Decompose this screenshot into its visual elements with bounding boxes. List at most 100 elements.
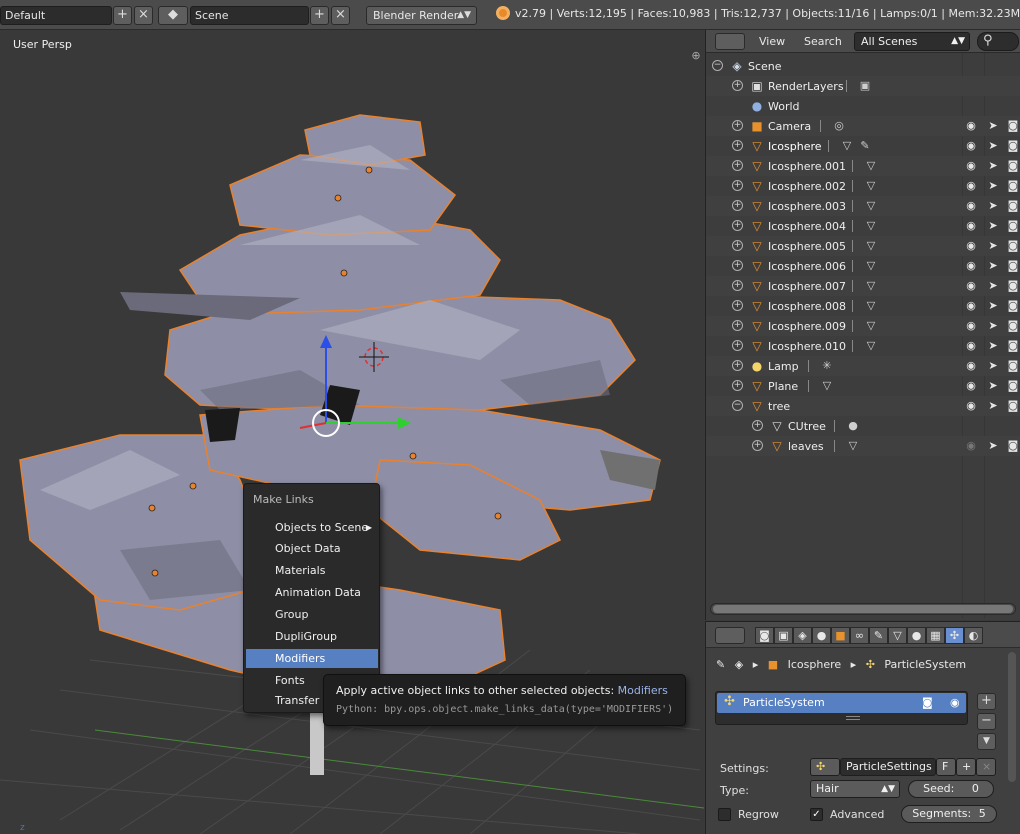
- regrow-checkbox[interactable]: [718, 808, 731, 821]
- expand-icon[interactable]: +: [732, 200, 743, 211]
- mesh-data-icon[interactable]: ▽: [864, 239, 878, 253]
- selectable-cursor-icon[interactable]: ➤: [986, 199, 1000, 213]
- material-icon[interactable]: ●: [846, 419, 860, 433]
- outliner-row-icosphere-002[interactable]: + ▽ Icosphere.002 ▽ ◉ ➤ ◙: [706, 176, 1020, 196]
- mesh-data-icon[interactable]: ▽: [864, 159, 878, 173]
- outliner-row-icosphere[interactable]: + ▽ Icosphere ▽ ✎ ◉ ➤ ◙: [706, 136, 1020, 156]
- type-dropdown[interactable]: Hair ▲▼: [810, 780, 900, 798]
- expand-icon[interactable]: +: [732, 80, 743, 91]
- expand-icon[interactable]: +: [732, 140, 743, 151]
- renderable-camera-icon[interactable]: ◙: [1006, 219, 1020, 233]
- selectable-cursor-icon[interactable]: ➤: [986, 119, 1000, 133]
- renderable-camera-icon[interactable]: ◙: [1006, 199, 1020, 213]
- list-menu-button[interactable]: ▼: [977, 733, 996, 750]
- visibility-eye-icon[interactable]: ◉: [964, 439, 978, 453]
- visibility-eye-icon[interactable]: ◉: [964, 219, 978, 233]
- selectable-cursor-icon[interactable]: ➤: [986, 139, 1000, 153]
- menu-item-dupligroup[interactable]: DupliGroup: [246, 627, 378, 646]
- particle-system-item[interactable]: ✣ ParticleSystem ◙ ◉: [717, 693, 966, 713]
- mesh-data-icon[interactable]: ▽: [840, 139, 854, 153]
- tab-physics[interactable]: ◐: [964, 627, 983, 644]
- tab-render[interactable]: ◙: [755, 627, 774, 644]
- selectable-cursor-icon[interactable]: ➤: [986, 219, 1000, 233]
- tab-constraints[interactable]: ∞: [850, 627, 869, 644]
- expand-icon[interactable]: +: [732, 160, 743, 171]
- outliner-row-icosphere-010[interactable]: + ▽ Icosphere.010 ▽ ◉ ➤ ◙: [706, 336, 1020, 356]
- expand-icon[interactable]: +: [752, 440, 763, 451]
- outliner-row-icosphere-007[interactable]: + ▽ Icosphere.007 ▽ ◉ ➤ ◙: [706, 276, 1020, 296]
- renderable-camera-icon[interactable]: ◙: [1006, 159, 1020, 173]
- display-mode-dropdown[interactable]: All Scenes ▲▼: [854, 32, 970, 51]
- segments-field[interactable]: Segments: 5: [901, 805, 997, 823]
- expand-icon[interactable]: +: [732, 380, 743, 391]
- wrench-icon[interactable]: ✎: [858, 139, 872, 153]
- outliner-search-input[interactable]: ⚲: [977, 32, 1019, 51]
- tab-particles[interactable]: ✣: [945, 627, 964, 644]
- expand-icon[interactable]: +: [732, 280, 743, 291]
- selectable-cursor-icon[interactable]: ➤: [986, 159, 1000, 173]
- renderable-camera-icon[interactable]: ◙: [1006, 139, 1020, 153]
- outliner-search-menu[interactable]: Search: [804, 35, 842, 48]
- outliner-row-icosphere-003[interactable]: + ▽ Icosphere.003 ▽ ◉ ➤ ◙: [706, 196, 1020, 216]
- selectable-cursor-icon[interactable]: ➤: [986, 319, 1000, 333]
- settings-browse-icon[interactable]: ✣: [810, 758, 840, 776]
- tab-texture[interactable]: ▦: [926, 627, 945, 644]
- selectable-cursor-icon[interactable]: ➤: [986, 299, 1000, 313]
- selectable-cursor-icon[interactable]: ➤: [986, 259, 1000, 273]
- selectable-cursor-icon[interactable]: ➤: [986, 279, 1000, 293]
- renderable-camera-icon[interactable]: ◙: [1006, 339, 1020, 353]
- editor-type-icon[interactable]: [715, 33, 745, 50]
- tab-world[interactable]: ●: [812, 627, 831, 644]
- mesh-data-icon[interactable]: ▽: [864, 339, 878, 353]
- visibility-eye-icon[interactable]: ◉: [964, 259, 978, 273]
- visibility-eye-icon[interactable]: ◉: [964, 199, 978, 213]
- menu-item-object-data[interactable]: Object Data: [246, 539, 378, 558]
- mesh-data-icon[interactable]: ▽: [864, 299, 878, 313]
- selectable-cursor-icon[interactable]: ➤: [986, 239, 1000, 253]
- outliner-view-menu[interactable]: View: [759, 35, 785, 48]
- tab-object[interactable]: ■: [831, 627, 850, 644]
- expand-icon[interactable]: +: [732, 320, 743, 331]
- visibility-eye-icon[interactable]: ◉: [964, 279, 978, 293]
- properties-scrollbar[interactable]: [1008, 652, 1016, 782]
- render-engine-dropdown[interactable]: Blender Render ▲▼: [366, 6, 477, 25]
- outliner-row-icosphere-008[interactable]: + ▽ Icosphere.008 ▽ ◉ ➤ ◙: [706, 296, 1020, 316]
- expand-icon[interactable]: +: [732, 360, 743, 371]
- visibility-eye-icon[interactable]: ◉: [964, 299, 978, 313]
- selectable-cursor-icon[interactable]: ➤: [986, 339, 1000, 353]
- menu-item-animation-data[interactable]: Animation Data: [246, 583, 378, 602]
- outliner-row-scene[interactable]: − ◈ Scene: [706, 56, 1020, 76]
- visibility-eye-icon[interactable]: ◉: [964, 339, 978, 353]
- menu-item-modifiers[interactable]: Modifiers: [246, 649, 378, 668]
- outliner-row-camera[interactable]: + ■ Camera ◎ ◉ ➤ ◙: [706, 116, 1020, 136]
- remove-particle-system-button[interactable]: −: [977, 713, 996, 730]
- seed-field[interactable]: Seed: 0: [908, 780, 994, 798]
- outliner-row-icosphere-004[interactable]: + ▽ Icosphere.004 ▽ ◉ ➤ ◙: [706, 216, 1020, 236]
- outliner-row-tree[interactable]: − ▽ tree ◉ ➤ ◙: [706, 396, 1020, 416]
- selectable-cursor-icon[interactable]: ➤: [986, 359, 1000, 373]
- collapse-icon[interactable]: −: [732, 400, 743, 411]
- renderable-camera-icon[interactable]: ◙: [1006, 439, 1020, 453]
- outliner-row-cutree[interactable]: + ▽ CUtree ●: [706, 416, 1020, 436]
- mesh-data-icon[interactable]: ▽: [864, 319, 878, 333]
- visibility-eye-icon[interactable]: ◉: [950, 696, 960, 709]
- expand-icon[interactable]: +: [752, 420, 763, 431]
- renderable-camera-icon[interactable]: ◙: [1006, 179, 1020, 193]
- editor-type-icon[interactable]: [715, 627, 745, 644]
- mesh-data-icon[interactable]: ▽: [864, 179, 878, 193]
- particle-system-list[interactable]: ✣ ParticleSystem ◙ ◉: [715, 691, 968, 725]
- renderable-camera-icon[interactable]: ◙: [1006, 239, 1020, 253]
- scene-name-field[interactable]: Scene: [190, 6, 309, 25]
- remove-layout-button[interactable]: ×: [134, 6, 153, 25]
- visibility-eye-icon[interactable]: ◉: [964, 359, 978, 373]
- visibility-eye-icon[interactable]: ◉: [964, 159, 978, 173]
- selectable-cursor-icon[interactable]: ➤: [986, 439, 1000, 453]
- render-layer-data-icon[interactable]: ▣: [858, 79, 872, 93]
- renderable-camera-icon[interactable]: ◙: [1006, 119, 1020, 133]
- tab-scene[interactable]: ◈: [793, 627, 812, 644]
- pin-icon[interactable]: ✎: [716, 658, 725, 671]
- visibility-eye-icon[interactable]: ◉: [964, 379, 978, 393]
- outliner-horizontal-scrollbar[interactable]: [710, 603, 1016, 615]
- selectable-cursor-icon[interactable]: ➤: [986, 179, 1000, 193]
- mesh-data-icon[interactable]: ▽: [864, 279, 878, 293]
